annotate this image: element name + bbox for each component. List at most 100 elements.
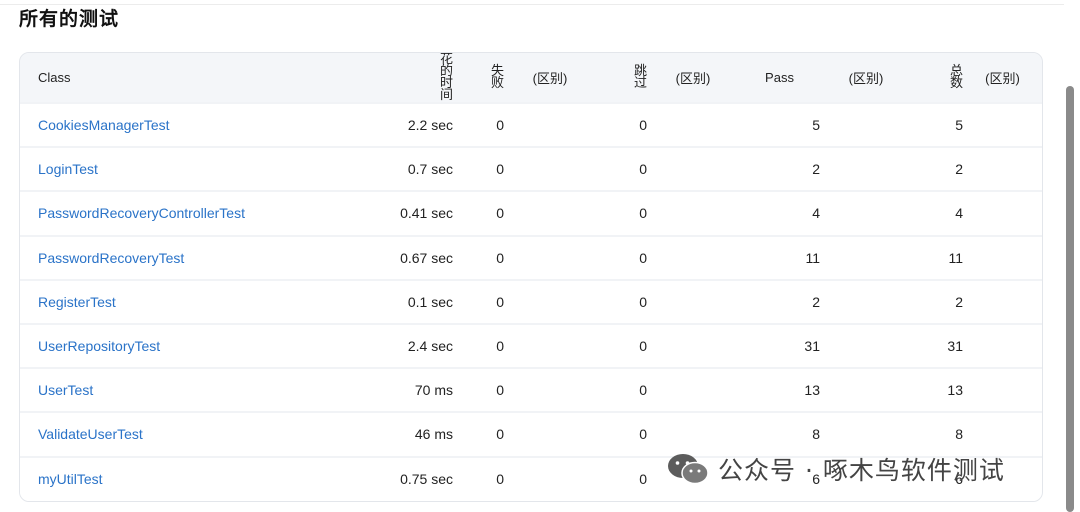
pass-cell: 13 bbox=[739, 367, 820, 413]
header-pass-diff[interactable]: (区别) bbox=[820, 53, 912, 103]
class-cell: RegisterTest bbox=[20, 278, 342, 324]
skipped-cell: 0 bbox=[596, 367, 647, 413]
class-link[interactable]: RegisterTest bbox=[38, 294, 116, 310]
pass-cell: 11 bbox=[739, 234, 820, 280]
total-cell: 4 bbox=[912, 190, 963, 236]
pass-diff-cell bbox=[820, 455, 912, 501]
header-total[interactable]: 总数 bbox=[912, 53, 963, 103]
class-cell: CookiesManagerTest bbox=[20, 101, 342, 148]
duration-cell: 0.7 sec bbox=[342, 146, 453, 192]
pass-cell: 8 bbox=[739, 411, 820, 457]
failed-diff-cell bbox=[504, 411, 596, 457]
top-divider bbox=[0, 0, 1064, 5]
page-title: 所有的测试 bbox=[19, 8, 120, 30]
failed-diff-cell bbox=[504, 278, 596, 324]
pass-diff-cell bbox=[820, 101, 912, 148]
header-skipped[interactable]: 跳过 bbox=[596, 53, 647, 103]
pass-diff-cell bbox=[820, 234, 912, 280]
class-link[interactable]: ValidateUserTest bbox=[38, 426, 143, 442]
pass-diff-cell bbox=[820, 146, 912, 192]
header-duration[interactable]: 花的时间 bbox=[342, 53, 453, 103]
header-total-diff[interactable]: (区别) bbox=[963, 53, 1042, 103]
pass-cell: 6 bbox=[739, 455, 820, 501]
class-cell: ValidateUserTest bbox=[20, 411, 342, 457]
duration-cell: 0.75 sec bbox=[342, 455, 453, 501]
pass-cell: 2 bbox=[739, 278, 820, 324]
skipped-cell: 0 bbox=[596, 322, 647, 369]
skipped-diff-cell bbox=[647, 234, 739, 280]
failed-diff-cell bbox=[504, 234, 596, 280]
total-cell: 2 bbox=[912, 146, 963, 192]
class-cell: LoginTest bbox=[20, 146, 342, 192]
total-diff-cell bbox=[963, 367, 1042, 413]
skipped-cell: 0 bbox=[596, 101, 647, 148]
pass-diff-cell bbox=[820, 278, 912, 324]
pass-diff-cell bbox=[820, 322, 912, 369]
failed-cell: 0 bbox=[453, 146, 504, 192]
skipped-cell: 0 bbox=[596, 234, 647, 280]
table-row: CookiesManagerTest 2.2 sec 0 0 5 5 bbox=[20, 101, 1042, 148]
table-row: ValidateUserTest 46 ms 0 0 8 8 bbox=[20, 411, 1042, 457]
total-diff-cell bbox=[963, 234, 1042, 280]
total-cell: 31 bbox=[912, 322, 963, 369]
skipped-diff-cell bbox=[647, 278, 739, 324]
table-row: LoginTest 0.7 sec 0 0 2 2 bbox=[20, 146, 1042, 192]
skipped-diff-cell bbox=[647, 101, 739, 148]
failed-diff-cell bbox=[504, 190, 596, 236]
skipped-cell: 0 bbox=[596, 411, 647, 457]
failed-diff-cell bbox=[504, 455, 596, 501]
failed-cell: 0 bbox=[453, 411, 504, 457]
vertical-scrollbar[interactable] bbox=[1066, 86, 1074, 512]
header-duration-label: 花的时间 bbox=[440, 52, 454, 102]
duration-cell: 46 ms bbox=[342, 411, 453, 457]
class-link[interactable]: PasswordRecoveryTest bbox=[38, 250, 184, 266]
failed-diff-cell bbox=[504, 146, 596, 192]
class-cell: UserRepositoryTest bbox=[20, 322, 342, 369]
skipped-cell: 0 bbox=[596, 278, 647, 324]
failed-cell: 0 bbox=[453, 455, 504, 501]
skipped-diff-cell bbox=[647, 190, 739, 236]
failed-cell: 0 bbox=[453, 101, 504, 148]
failed-diff-cell bbox=[504, 367, 596, 413]
table-row: UserTest 70 ms 0 0 13 13 bbox=[20, 367, 1042, 413]
class-link[interactable]: CookiesManagerTest bbox=[38, 117, 170, 133]
failed-cell: 0 bbox=[453, 234, 504, 280]
class-cell: PasswordRecoveryTest bbox=[20, 234, 342, 280]
duration-cell: 70 ms bbox=[342, 367, 453, 413]
header-class[interactable]: Class bbox=[20, 53, 342, 103]
class-link[interactable]: UserRepositoryTest bbox=[38, 338, 160, 354]
class-link[interactable]: PasswordRecoveryControllerTest bbox=[38, 205, 245, 221]
header-failed[interactable]: 失败 bbox=[453, 53, 504, 103]
table-row: myUtilTest 0.75 sec 0 0 6 6 bbox=[20, 455, 1042, 501]
total-diff-cell bbox=[963, 278, 1042, 324]
header-skipped-diff[interactable]: (区别) bbox=[647, 53, 739, 103]
test-report-page: 所有的测试 Class 花的时间 失败 (区别) 跳过 (区别) Pass (区… bbox=[0, 0, 1080, 512]
class-link[interactable]: UserTest bbox=[38, 382, 93, 398]
header-skipped-label: 跳过 bbox=[634, 63, 648, 90]
failed-diff-cell bbox=[504, 101, 596, 148]
class-link[interactable]: LoginTest bbox=[38, 161, 98, 177]
pass-cell: 5 bbox=[739, 101, 820, 148]
total-diff-cell bbox=[963, 411, 1042, 457]
total-diff-cell bbox=[963, 146, 1042, 192]
total-cell: 11 bbox=[912, 234, 963, 280]
duration-cell: 0.1 sec bbox=[342, 278, 453, 324]
header-total-label: 总数 bbox=[950, 63, 964, 90]
skipped-diff-cell bbox=[647, 322, 739, 369]
table-row: RegisterTest 0.1 sec 0 0 2 2 bbox=[20, 278, 1042, 324]
class-link[interactable]: myUtilTest bbox=[38, 471, 103, 487]
failed-cell: 0 bbox=[453, 190, 504, 236]
table-row: UserRepositoryTest 2.4 sec 0 0 31 31 bbox=[20, 322, 1042, 369]
test-results-table: Class 花的时间 失败 (区别) 跳过 (区别) Pass (区别) 总数 … bbox=[20, 53, 1042, 501]
total-diff-cell bbox=[963, 455, 1042, 501]
header-pass[interactable]: Pass bbox=[739, 53, 820, 103]
pass-cell: 2 bbox=[739, 146, 820, 192]
total-diff-cell bbox=[963, 190, 1042, 236]
header-failed-diff[interactable]: (区别) bbox=[504, 53, 596, 103]
test-results-card: Class 花的时间 失败 (区别) 跳过 (区别) Pass (区别) 总数 … bbox=[19, 52, 1043, 502]
failed-cell: 0 bbox=[453, 367, 504, 413]
skipped-diff-cell bbox=[647, 367, 739, 413]
pass-diff-cell bbox=[820, 367, 912, 413]
table-header-row: Class 花的时间 失败 (区别) 跳过 (区别) Pass (区别) 总数 … bbox=[20, 53, 1042, 103]
failed-diff-cell bbox=[504, 322, 596, 369]
